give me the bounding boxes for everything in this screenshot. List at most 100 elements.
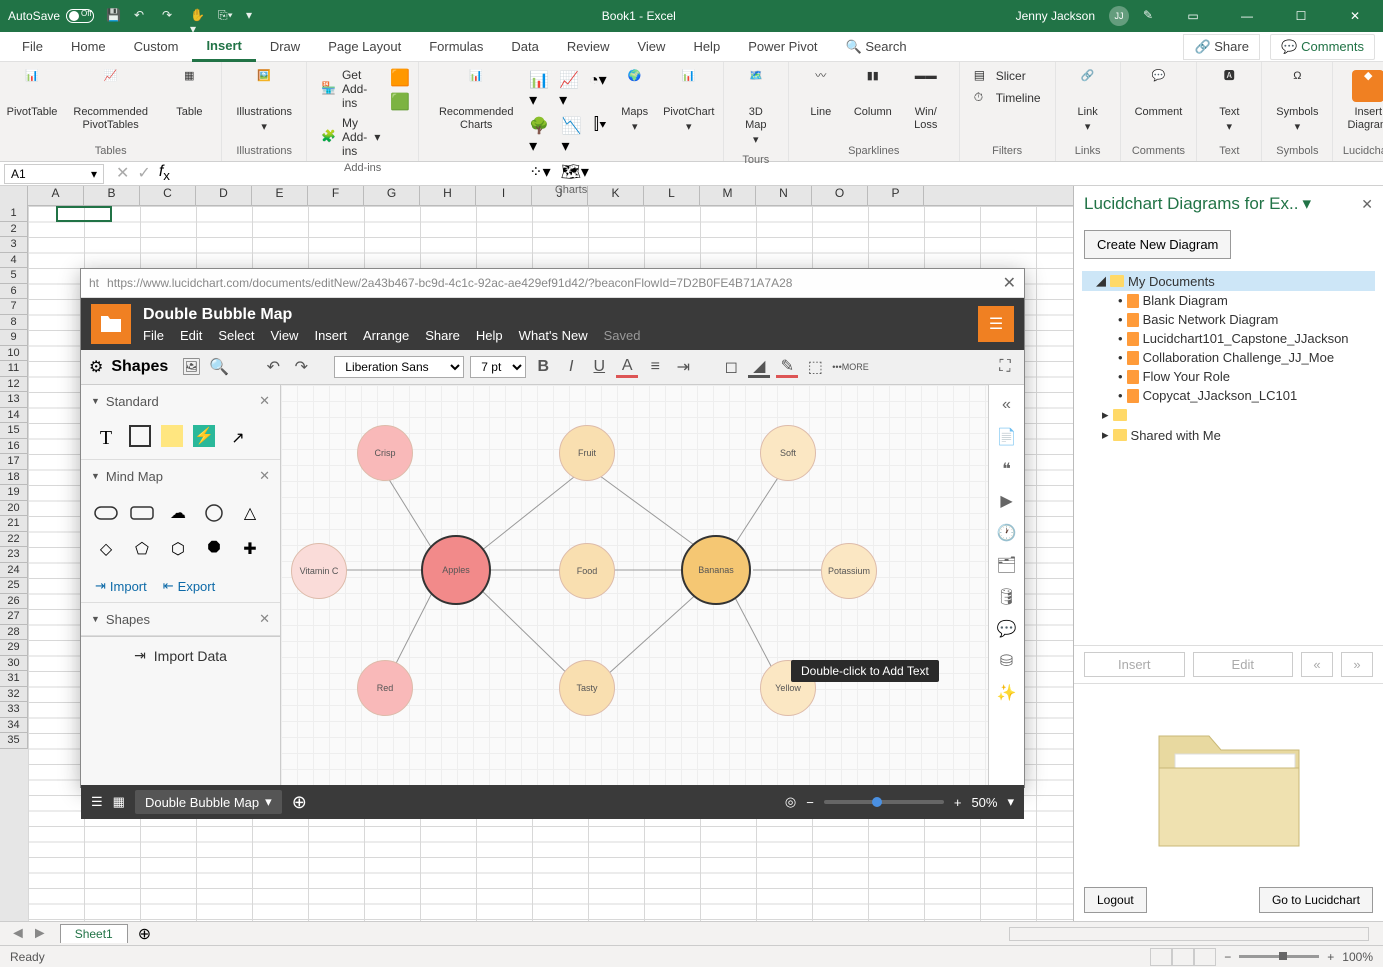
import-data-button[interactable]: ⇥ Import Data [81, 636, 280, 674]
gear-icon[interactable]: ⚙ [89, 357, 103, 377]
row-header[interactable]: 11 [0, 361, 28, 377]
tree-my-documents[interactable]: ◢My Documents [1082, 271, 1375, 291]
row-header[interactable]: 17 [0, 454, 28, 470]
column-header[interactable]: O [812, 186, 868, 205]
tree-shared-with-me[interactable]: ▸Shared with Me [1082, 425, 1375, 445]
tree-empty-folder[interactable]: ▸ [1082, 405, 1375, 425]
bubble-red[interactable]: Red [357, 660, 413, 716]
search-button[interactable]: 🔍 Search [832, 33, 921, 61]
tree-document-item[interactable]: •Lucidchart101_Capstone_JJackson [1082, 329, 1375, 348]
row-header[interactable]: 13 [0, 392, 28, 408]
enter-formula-icon[interactable]: ✓ [137, 163, 150, 183]
undo-icon[interactable]: ↶ [262, 356, 284, 378]
lucid-doc-title[interactable]: Double Bubble Map [143, 306, 978, 324]
row-header[interactable]: 25 [0, 578, 28, 594]
zoom-in-icon[interactable]: + [954, 795, 962, 810]
timeline-button[interactable]: ⏱Timeline [968, 88, 1047, 108]
panel-dropdown-icon[interactable]: ▾ [1302, 194, 1311, 214]
redo-icon[interactable]: ↷ [290, 356, 312, 378]
new-sheet-icon[interactable]: ⊕ [138, 924, 151, 944]
draw-mode-icon[interactable]: ✎ [1143, 8, 1159, 24]
hierarchy-chart-icon[interactable]: 🌳▾ [529, 116, 551, 156]
tree-document-item[interactable]: •Basic Network Diagram [1082, 310, 1375, 329]
text-color-icon[interactable]: A [616, 356, 638, 378]
tab-page-layout[interactable]: Page Layout [314, 33, 415, 60]
row-header[interactable]: 30 [0, 656, 28, 672]
quote-icon[interactable]: ❝ [995, 457, 1019, 481]
data-icon[interactable]: 🛢 [995, 585, 1019, 609]
maps-button[interactable]: 🌍Maps▾ [611, 66, 659, 138]
illustrations-button[interactable]: 🖼️Illustrations▾ [230, 66, 298, 138]
row-header[interactable]: 10 [0, 346, 28, 362]
row-header[interactable]: 29 [0, 640, 28, 656]
row-header[interactable]: 28 [0, 625, 28, 641]
tree-toggle-icon[interactable]: ◢ [1096, 273, 1106, 289]
slicer-button[interactable]: ▤Slicer [968, 66, 1047, 86]
arrow-shape-icon[interactable]: ↗ [225, 425, 251, 451]
maximize-icon[interactable]: ☐ [1281, 0, 1321, 32]
row-header[interactable]: 16 [0, 439, 28, 455]
diamond-shape-icon[interactable]: ◇ [93, 536, 119, 562]
bubble-tasty[interactable]: Tasty [559, 660, 615, 716]
bubble-apples[interactable]: Apples [421, 535, 491, 605]
cross-shape-icon[interactable]: ✚ [237, 536, 263, 562]
column-header[interactable]: P [868, 186, 924, 205]
lucid-hamburger-icon[interactable]: ☰ [978, 306, 1014, 342]
sheet-nav-next-icon[interactable]: ► [32, 925, 48, 943]
column-header[interactable]: N [756, 186, 812, 205]
column-header[interactable]: A [28, 186, 84, 205]
touch-mode-icon[interactable]: ✋▾ [190, 8, 206, 24]
tree-expand-icon[interactable]: ▸ [1102, 407, 1109, 423]
panel-close-icon[interactable]: ✕ [1361, 196, 1373, 213]
line-chart-icon[interactable]: 📈▾ [559, 70, 579, 110]
fontsize-select[interactable]: 7 pt [470, 356, 526, 378]
layers-icon[interactable]: 🗂 [995, 553, 1019, 577]
name-box[interactable]: A1▾ [4, 164, 104, 184]
sparkline-column-button[interactable]: ▮▮Column [849, 66, 897, 123]
tree-document-item[interactable]: •Blank Diagram [1082, 291, 1375, 310]
normal-view-button[interactable] [1150, 948, 1172, 966]
dialog-close-icon[interactable]: ✕ [1003, 273, 1016, 293]
create-diagram-button[interactable]: Create New Diagram [1084, 230, 1231, 259]
select-all-cell[interactable] [0, 186, 28, 206]
tree-document-item[interactable]: •Flow Your Role [1082, 367, 1375, 386]
database-icon[interactable]: ⛁ [995, 649, 1019, 673]
link-button[interactable]: 🔗Link▾ [1064, 66, 1112, 138]
column-header[interactable]: D [196, 186, 252, 205]
hotspot-shape-icon[interactable]: ⚡ [193, 425, 215, 447]
zoom-slider[interactable] [824, 800, 944, 804]
lucid-menu-help[interactable]: Help [476, 328, 503, 343]
row-header[interactable]: 9 [0, 330, 28, 346]
pentagon-shape-icon[interactable]: ⬠ [129, 536, 155, 562]
underline-icon[interactable]: U [588, 356, 610, 378]
row-header[interactable]: 21 [0, 516, 28, 532]
section-mindmap-header[interactable]: ▼Mind Map✕ [81, 460, 280, 492]
recommended-pivottables-button[interactable]: 📈Recommended PivotTables [60, 66, 161, 136]
row-header[interactable]: 1 [0, 206, 28, 222]
row-header[interactable]: 15 [0, 423, 28, 439]
row-header[interactable]: 23 [0, 547, 28, 563]
tab-review[interactable]: Review [553, 33, 624, 60]
present-icon[interactable]: ▶ [995, 489, 1019, 513]
zoom-slider[interactable] [1239, 955, 1319, 958]
cancel-formula-icon[interactable]: ✕ [116, 163, 129, 183]
section-standard-header[interactable]: ▼Standard✕ [81, 385, 280, 417]
bubble-vitaminc[interactable]: Vitamin C [291, 543, 347, 599]
column-header[interactable]: F [308, 186, 364, 205]
export-button[interactable]: ⇤ Export [163, 578, 215, 594]
lucid-menu-edit[interactable]: Edit [180, 328, 202, 343]
bubble-crisp[interactable]: Crisp [357, 425, 413, 481]
row-header[interactable]: 3 [0, 237, 28, 253]
section-close-icon[interactable]: ✕ [259, 611, 270, 627]
lucid-folder-icon[interactable] [91, 304, 131, 344]
column-header[interactable]: H [420, 186, 476, 205]
autosave-toggle[interactable]: AutoSave Off [8, 9, 94, 23]
pivottable-button[interactable]: 📊PivotTable [8, 66, 56, 123]
align-icon[interactable]: ≡ [644, 356, 666, 378]
comments-icon[interactable]: 💬 [995, 617, 1019, 641]
sparkline-line-button[interactable]: 〰Line [797, 66, 845, 123]
column-header[interactable]: I [476, 186, 532, 205]
sparkline-winloss-button[interactable]: ▬▬Win/ Loss [901, 66, 951, 136]
page-layout-view-button[interactable] [1172, 948, 1194, 966]
row-header[interactable]: 26 [0, 594, 28, 610]
